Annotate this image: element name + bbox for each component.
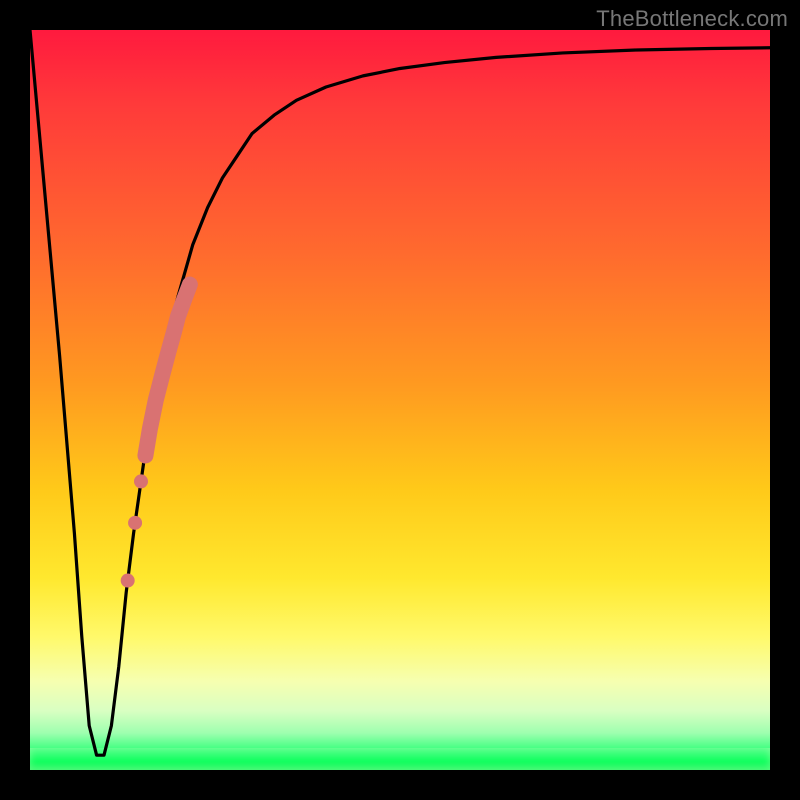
scatter-dot	[128, 516, 142, 530]
chart-svg	[30, 30, 770, 770]
scatter-dot	[134, 474, 148, 488]
bottleneck-curve	[30, 30, 770, 755]
scatter-dot	[121, 574, 135, 588]
chart-frame: TheBottleneck.com	[0, 0, 800, 800]
curve-group	[30, 30, 770, 755]
watermark-text: TheBottleneck.com	[596, 6, 788, 32]
scatter-segment	[145, 285, 189, 456]
plot-area	[30, 30, 770, 770]
